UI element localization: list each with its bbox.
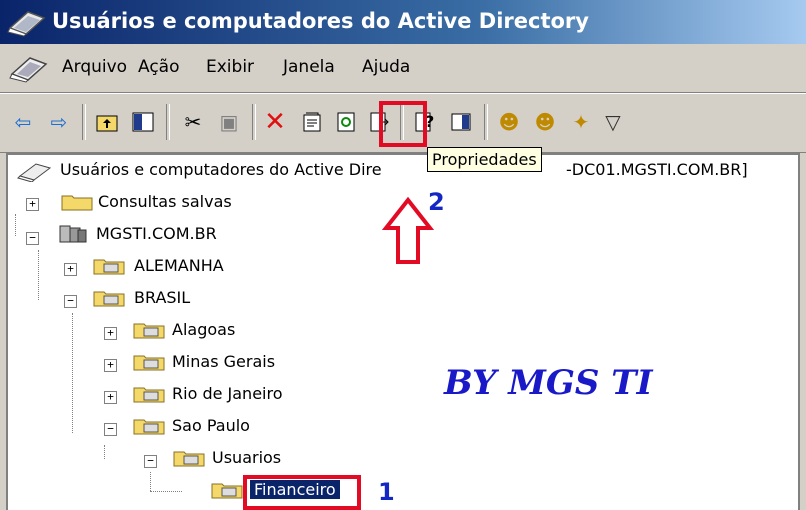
tree-connector xyxy=(38,250,39,300)
window-title: Usuários e computadores do Active Direct… xyxy=(52,9,589,33)
tree-root-label[interactable]: Usuários e computadores do Active Dire xyxy=(60,160,382,179)
properties-highlight xyxy=(379,101,427,147)
up-arrow-annotation xyxy=(382,196,434,264)
active-directory-icon xyxy=(7,11,46,37)
ou-folder-icon xyxy=(133,419,165,435)
menu-exibir[interactable]: Exibir xyxy=(206,57,254,77)
menu-bar: Arquivo Ação Exibir Janela Ajuda xyxy=(0,44,806,93)
forward-arrow-icon[interactable]: ⇨ xyxy=(44,107,74,137)
tree-connector xyxy=(15,214,16,236)
ou-folder-icon xyxy=(173,451,205,467)
tree-root-label-tail: -DC01.MGSTI.COM.BR] xyxy=(566,160,748,179)
tree-connector xyxy=(150,491,182,492)
step-number-2: 2 xyxy=(428,188,445,216)
ou-folder-icon xyxy=(133,387,165,403)
title-bar: Usuários e computadores do Active Direct… xyxy=(0,0,806,44)
up-one-level-icon[interactable] xyxy=(92,107,122,137)
tree-item-sao-paulo[interactable]: Sao Paulo xyxy=(172,416,250,435)
paste-icon[interactable]: ▣ xyxy=(214,107,244,137)
ou-folder-icon xyxy=(133,355,165,371)
selection-highlight xyxy=(243,475,361,510)
tree-item-usuarios[interactable]: Usuarios xyxy=(212,448,281,467)
expand-toggle[interactable]: + xyxy=(104,327,117,340)
author-watermark: BY MGS TI xyxy=(444,363,653,403)
tree-connector xyxy=(104,445,105,459)
tree-connector xyxy=(150,472,151,491)
expand-toggle[interactable]: + xyxy=(26,198,39,211)
collapse-toggle[interactable]: − xyxy=(64,295,77,308)
tree-item-consultas-salvas[interactable]: Consultas salvas xyxy=(98,192,232,211)
collapse-toggle[interactable]: − xyxy=(104,423,117,436)
tree-item-minas-gerais[interactable]: Minas Gerais xyxy=(172,352,275,371)
collapse-toggle[interactable]: − xyxy=(26,232,39,245)
ou-folder-icon xyxy=(133,323,165,339)
toolbar-separator xyxy=(252,104,256,140)
ou-folder-icon xyxy=(211,483,243,499)
tree-item-rio-de-janeiro[interactable]: Rio de Janeiro xyxy=(172,384,283,403)
menu-janela[interactable]: Janela xyxy=(283,57,335,77)
expand-toggle[interactable]: + xyxy=(104,391,117,404)
refresh-icon[interactable] xyxy=(331,107,361,137)
menu-ajuda[interactable]: Ajuda xyxy=(362,57,410,77)
toolbar-separator xyxy=(82,104,86,140)
tree-item-domain[interactable]: MGSTI.COM.BR xyxy=(96,224,217,243)
properties-tooltip: Propriedades xyxy=(427,147,542,172)
tree-item-brasil[interactable]: BRASIL xyxy=(134,288,190,307)
tree-connector xyxy=(72,313,73,433)
new-user-icon[interactable]: ☻ xyxy=(494,107,524,137)
toolbar-separator xyxy=(484,104,488,140)
new-group-icon[interactable]: ☻ xyxy=(530,107,560,137)
mmc-icon[interactable] xyxy=(8,54,50,84)
ou-folder-icon xyxy=(93,259,125,275)
delete-icon[interactable]: ✕ xyxy=(260,107,290,137)
filter-icon[interactable]: ▽ xyxy=(598,107,628,137)
show-hide-tree-icon[interactable] xyxy=(128,107,158,137)
step-number-1: 1 xyxy=(378,478,395,506)
tree-item-alemanha[interactable]: ALEMANHA xyxy=(134,256,224,275)
toolbar-separator xyxy=(166,104,170,140)
active-directory-icon xyxy=(17,163,52,182)
folder-icon xyxy=(61,195,93,211)
expand-toggle[interactable]: + xyxy=(104,359,117,372)
properties-icon[interactable] xyxy=(297,107,327,137)
ou-folder-icon xyxy=(93,291,125,307)
back-arrow-icon[interactable]: ⇦ xyxy=(8,107,38,137)
menu-arquivo[interactable]: Arquivo xyxy=(62,57,127,77)
tree-item-alagoas[interactable]: Alagoas xyxy=(172,320,235,339)
collapse-toggle[interactable]: − xyxy=(144,455,157,468)
cut-icon[interactable]: ✂ xyxy=(178,107,208,137)
new-ou-icon[interactable]: ✦ xyxy=(566,107,596,137)
menu-acao[interactable]: Ação xyxy=(138,57,180,77)
action-pane-icon[interactable] xyxy=(446,107,476,137)
domain-icon xyxy=(59,225,87,243)
expand-toggle[interactable]: + xyxy=(64,263,77,276)
